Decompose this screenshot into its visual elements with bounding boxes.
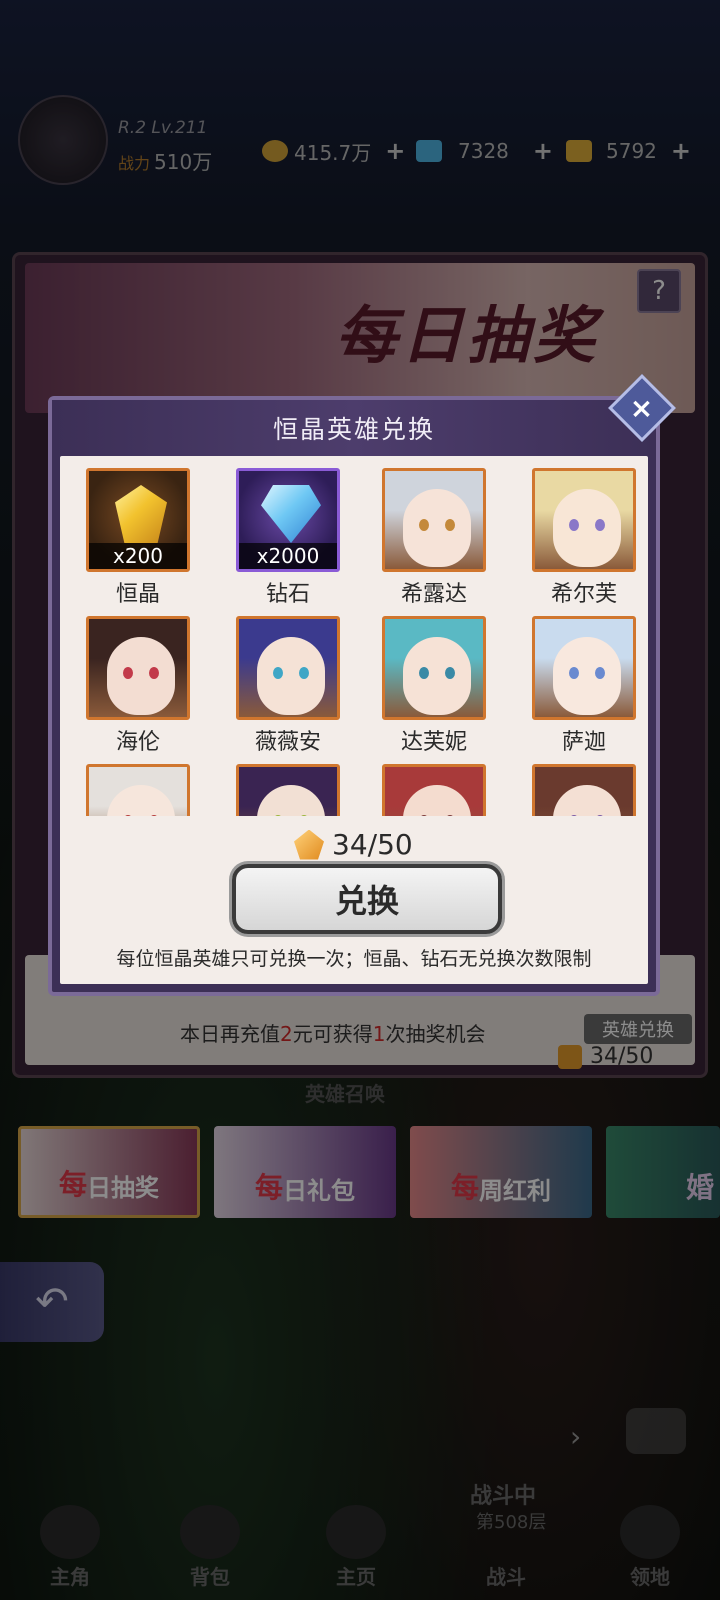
hero-portrait [535,619,633,717]
hero-eye [595,519,605,531]
hero-face [403,489,471,567]
exchange-note: 每位恒晶英雄只可兑换一次；恒晶、钻石无兑换次数限制 [116,948,592,970]
shard-counter: 34/50 [294,828,413,861]
hero-portrait [385,619,483,717]
item-frame [532,764,636,816]
item-quantity: x200 [89,543,187,569]
hero-portrait [535,767,633,816]
hero-face [257,785,325,816]
crystal-shape [115,485,167,543]
item-name: 萨迦 [561,730,606,755]
hero-eye [445,519,455,531]
diamond-shape [261,485,321,543]
exchange-modal: 恒晶英雄兑换 × x200 恒晶 x2000 钻石 希露达 希尔芙海伦 薇薇安 达芙妮 萨迦 3… [48,374,676,996]
modal-title: 恒晶英雄兑换 [272,415,435,444]
hero-portrait [535,471,633,569]
hero-reward-cell[interactable] [382,764,486,816]
hero-eye [569,519,579,531]
hero-eye [123,815,133,816]
hero-eye [149,815,159,816]
hero-eye [445,667,455,679]
item-frame [532,616,636,720]
hero-eye [595,667,605,679]
shard-count-value: 34/50 [332,828,413,861]
hero-portrait [89,767,187,816]
hero-face [257,637,325,715]
hero-eye [299,667,309,679]
item-frame [236,764,340,816]
item-frame [86,616,190,720]
hero-reward-cell[interactable] [236,764,340,816]
hero-portrait [239,619,337,717]
hero-reward-cell[interactable] [532,764,636,816]
hero-portrait [385,471,483,569]
item-name: 钻石 [265,582,310,607]
reward-grid[interactable]: x200 恒晶 x2000 钻石 希露达 希尔芙海伦 薇薇安 达芙妮 萨迦 [60,456,648,816]
hero-eye [419,815,429,816]
item-frame: x200 [86,468,190,572]
item-frame [236,616,340,720]
hero-face [553,637,621,715]
hero-face [107,785,175,816]
hero-portrait [385,767,483,816]
item-frame [532,468,636,572]
currency-reward-cell[interactable]: x200 恒晶 [86,468,190,608]
hero-reward-cell[interactable] [86,764,190,816]
hero-eye [569,667,579,679]
item-frame [382,468,486,572]
close-icon: × [630,391,654,425]
hero-face [553,785,621,816]
item-frame: x2000 [236,468,340,572]
hero-eye [419,519,429,531]
hero-face [553,489,621,567]
hero-face [403,785,471,816]
hero-eye [595,815,605,816]
item-quantity: x2000 [239,543,337,569]
item-frame [86,764,190,816]
hero-portrait [239,767,337,816]
hero-eye [299,815,309,816]
shard-icon [294,829,324,860]
item-name: 薇薇安 [254,730,321,755]
item-name: 海伦 [115,730,160,755]
item-name: 希尔芙 [550,582,617,607]
hero-eye [149,667,159,679]
item-name: 希露达 [400,582,467,607]
item-frame [382,616,486,720]
currency-reward-cell[interactable]: x2000 钻石 [236,468,340,608]
hero-reward-cell[interactable]: 海伦 [86,616,190,756]
hero-eye [273,815,283,816]
hero-portrait [89,619,187,717]
hero-reward-cell[interactable]: 希露达 [382,468,486,608]
hero-face [403,637,471,715]
hero-eye [419,667,429,679]
hero-eye [445,815,455,816]
hero-face [107,637,175,715]
item-name: 恒晶 [115,582,160,607]
hero-eye [569,815,579,816]
exchange-button[interactable]: 兑换 [232,864,502,934]
modal-content: x200 恒晶 x2000 钻石 希露达 希尔芙海伦 薇薇安 达芙妮 萨迦 34/50 兑换 每… [60,456,648,984]
hero-eye [123,667,133,679]
modal-title-bar: 恒晶英雄兑换 [52,400,656,456]
item-name: 达芙妮 [400,730,467,755]
item-frame [382,764,486,816]
hero-eye [273,667,283,679]
hero-reward-cell[interactable]: 达芙妮 [382,616,486,756]
hero-reward-cell[interactable]: 萨迦 [532,616,636,756]
hero-reward-cell[interactable]: 薇薇安 [236,616,340,756]
hero-reward-cell[interactable]: 希尔芙 [532,468,636,608]
